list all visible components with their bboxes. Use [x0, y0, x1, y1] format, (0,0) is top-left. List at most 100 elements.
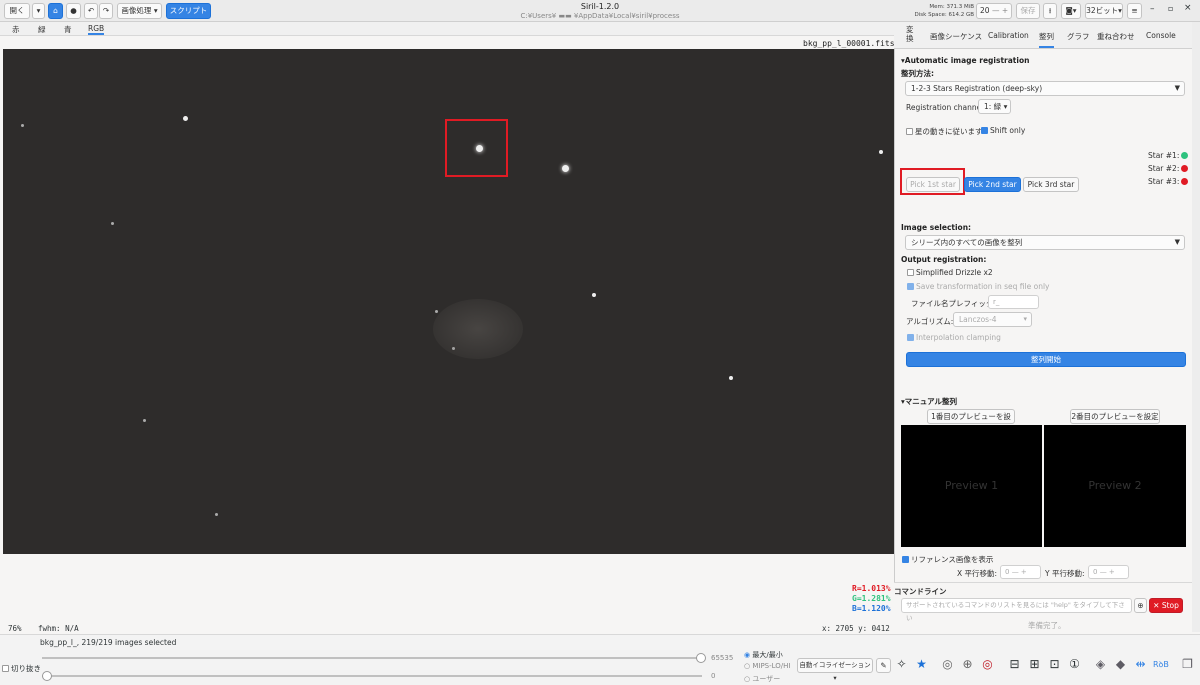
max-slider-track[interactable]	[42, 657, 702, 659]
scripts-menu[interactable]: スクリプト ▾	[166, 3, 211, 29]
method-label: 整列方法:	[901, 69, 934, 78]
tab-conversion[interactable]: 変換	[906, 25, 916, 43]
layout-button[interactable]: ❐	[1180, 657, 1195, 672]
recent-files-button[interactable]: ▾	[32, 3, 45, 19]
home-button[interactable]: ⌂	[48, 3, 63, 19]
checkbox-checked-icon	[907, 334, 914, 341]
image-processing-label: 画像処理	[121, 6, 152, 15]
prefix-input[interactable]: r_	[988, 295, 1039, 309]
mirror-button[interactable]: ⇹	[1133, 657, 1148, 672]
zoom-in-button[interactable]: ⊞	[1027, 657, 1042, 672]
mode-max-min-label: 最大/最小	[752, 651, 783, 659]
bit-depth-menu[interactable]: 32ビット▾	[1085, 3, 1123, 19]
flip-vertical-button[interactable]: ◆	[1113, 657, 1128, 672]
star2-label: Star #2:	[1148, 164, 1180, 173]
pick-3rd-star-button[interactable]: Pick 3rd star	[1023, 177, 1079, 192]
save-transform-label: Save transformation in seq file only	[916, 282, 1050, 291]
start-registration-button[interactable]: 整列開始	[906, 352, 1186, 367]
drizzle-checkbox[interactable]: Simplified Drizzle x2	[907, 268, 993, 277]
stars-icon: ✧	[896, 657, 907, 671]
flip-horizontal-button[interactable]: ◈	[1093, 657, 1108, 672]
y-shift-spinner[interactable]: 0 — +	[1088, 565, 1129, 579]
follow-star-checkbox[interactable]: 星の動きに従います	[906, 126, 983, 137]
minimize-button[interactable]: –	[1150, 4, 1155, 14]
photometry-button[interactable]: ★	[914, 657, 929, 672]
show-reference-checkbox[interactable]: リファレンス画像を表示	[902, 554, 993, 565]
preview1-area[interactable]: Preview 1	[901, 425, 1042, 547]
star	[111, 222, 114, 225]
zoom-one-button[interactable]: ①	[1067, 657, 1082, 672]
undo-button[interactable]: ↶	[84, 3, 98, 19]
mode-user-radio[interactable]: ○ ユーザー	[744, 674, 780, 684]
clamp-checkbox[interactable]: Interpolation clamping	[907, 333, 1001, 342]
preview2-area[interactable]: Preview 2	[1044, 425, 1186, 547]
mode-mips-label: MIPS-LO/HI	[752, 662, 791, 670]
shift-only-checkbox[interactable]: Shift only	[981, 126, 1025, 135]
tab-calibration[interactable]: Calibration	[988, 31, 1029, 40]
main-menu-button[interactable]: ≡	[1127, 3, 1142, 19]
zoom-fit-button[interactable]: ⊡	[1047, 657, 1062, 672]
tab-rgb[interactable]: RGB	[88, 24, 105, 35]
tab-red[interactable]: 赤	[12, 24, 20, 35]
image-processing-menu[interactable]: 画像処理 ▾	[117, 3, 162, 19]
hamburger-icon: ≡	[1131, 6, 1138, 15]
tab-green[interactable]: 緑	[38, 24, 46, 35]
snapshot-button[interactable]: ◙▾	[1061, 3, 1081, 19]
command-input[interactable]: サポートされているコマンドのリストを見るには "help" をタイプして下さい	[901, 598, 1132, 622]
grid-button[interactable]: ⊕	[960, 657, 975, 672]
tab-sequence[interactable]: 画像シーケンス	[930, 31, 982, 42]
app-title: Siril-1.2.0	[580, 2, 620, 11]
max-slider-knob[interactable]	[696, 653, 706, 663]
crop-checkbox[interactable]: 切り抜き	[2, 663, 41, 674]
plus-icon: ⊞	[1029, 657, 1040, 671]
annotate-stars-button[interactable]: ✧	[894, 657, 909, 672]
help-button[interactable]: ⊕	[1134, 598, 1147, 613]
tab-registration[interactable]: 整列	[1039, 31, 1054, 48]
star	[592, 293, 596, 297]
min-slider-track[interactable]	[42, 675, 702, 677]
auto-registration-header[interactable]: ▾Automatic image registration	[901, 56, 1029, 65]
tab-plot[interactable]: グラフ	[1067, 31, 1090, 42]
save-button[interactable]: 保存	[1016, 3, 1040, 19]
maximize-button[interactable]: ▫	[1168, 4, 1173, 13]
close-button[interactable]: ×	[1184, 3, 1192, 13]
method-select[interactable]: 1-2-3 Stars Registration (deep-sky) ▼	[905, 81, 1185, 96]
zoom-out-button[interactable]: ⊟	[1007, 657, 1022, 672]
algo-select[interactable]: Lanczos-4 ▾	[953, 312, 1032, 327]
camera-icon: ◙	[1065, 6, 1073, 15]
threads-spinner[interactable]: 20 — +	[976, 3, 1012, 19]
redo-button[interactable]: ↷	[99, 3, 113, 19]
mode-max-min-radio[interactable]: ◉ 最大/最小	[744, 650, 783, 660]
tab-console[interactable]: Console	[1146, 31, 1176, 40]
save-transform-checkbox[interactable]: Save transformation in seq file only	[907, 282, 1049, 291]
save-as-button[interactable]: ⭳	[1043, 3, 1057, 19]
checkbox-icon	[907, 269, 914, 276]
min-slider-knob[interactable]	[42, 671, 52, 681]
globe-icon: ⊕	[962, 657, 973, 671]
set-preview2-button[interactable]: 2番目のプレビューを設定	[1070, 409, 1160, 424]
x-shift-spinner[interactable]: 0 — +	[1000, 565, 1041, 579]
image-viewer[interactable]	[3, 49, 894, 554]
tab-blue[interactable]: 青	[64, 24, 72, 35]
open-button[interactable]: 開く	[4, 3, 30, 19]
edit-button[interactable]: ✎	[876, 658, 891, 673]
panel-scrollbar[interactable]	[1192, 22, 1200, 632]
snapshot-view-button[interactable]: ◎	[940, 657, 955, 672]
star-selection-box[interactable]	[445, 119, 508, 177]
set-preview1-button[interactable]: 1番目のプレビューを設定	[927, 409, 1015, 434]
image-selection-select[interactable]: シリーズ内のすべての画像を整列 ▼	[905, 235, 1185, 250]
zoom-level: 76%	[8, 624, 22, 633]
manual-registration-header[interactable]: ▾マニュアル整列	[901, 396, 957, 407]
channel-swap-button[interactable]: RꝺB	[1153, 657, 1169, 672]
pick-2nd-star-button[interactable]: Pick 2nd star	[964, 177, 1021, 192]
tab-stacking[interactable]: 重ね合わせ	[1097, 31, 1135, 42]
target-button[interactable]: ◎	[980, 657, 995, 672]
stop-button[interactable]: ✕ Stop	[1149, 598, 1183, 613]
method-value: 1-2-3 Stars Registration (deep-sky)	[911, 84, 1043, 93]
live-stack-button[interactable]: ●	[66, 3, 81, 19]
channel-select[interactable]: 1: 緑 ▾	[978, 99, 1011, 114]
maximize-icon: ▫	[1168, 4, 1174, 13]
mode-mips-radio[interactable]: ○ MIPS-LO/HI	[744, 662, 791, 670]
notebook-tabs: 変換 画像シーケンス Calibration 整列 グラフ 重ね合わせ Cons…	[894, 22, 1192, 49]
auto-equalize-menu[interactable]: 自動イコライゼーション▾	[797, 658, 873, 682]
